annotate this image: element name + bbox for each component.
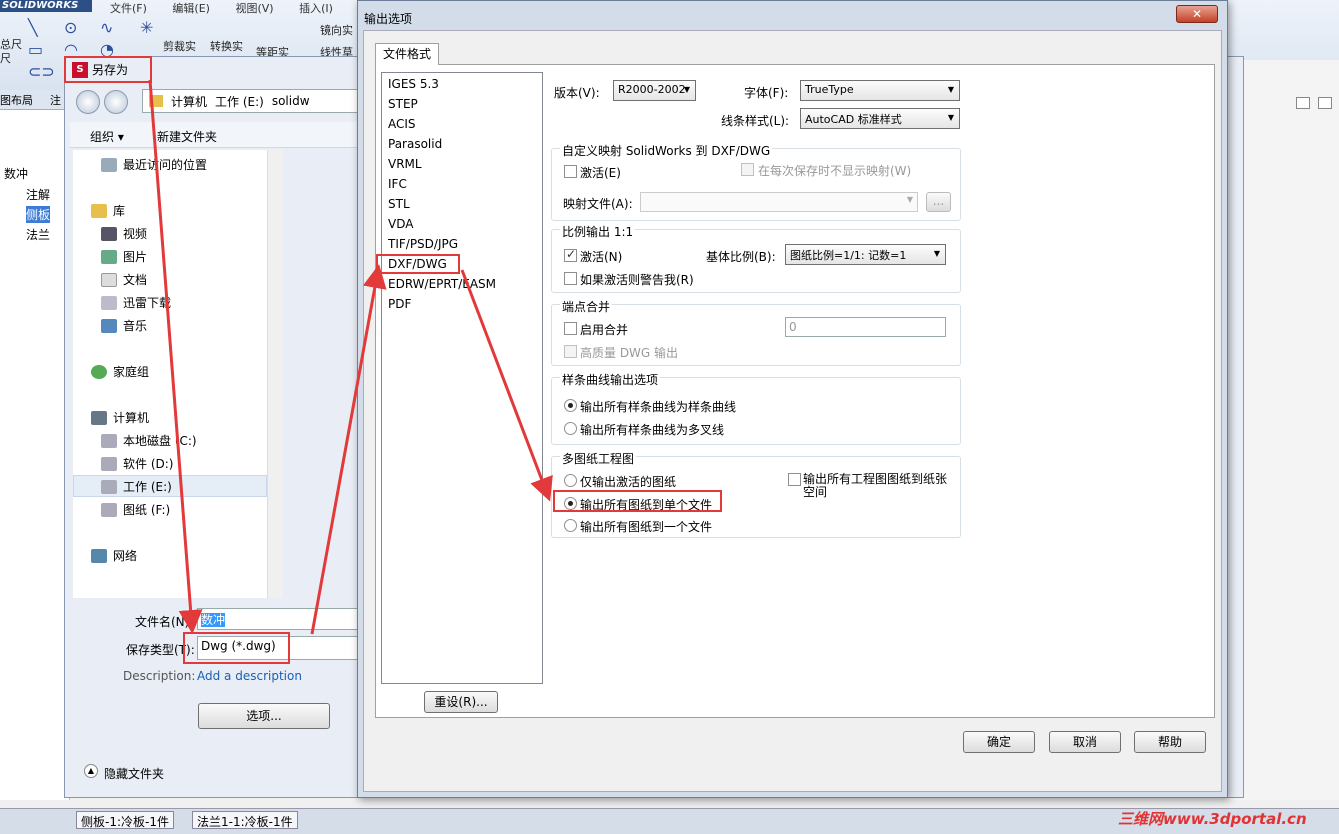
annotation-arrows bbox=[148, 79, 553, 635]
annotation-arrow-3 bbox=[460, 269, 553, 502]
annotation-arrow-1 bbox=[148, 79, 203, 634]
annotation-arrow-2 bbox=[310, 264, 387, 635]
